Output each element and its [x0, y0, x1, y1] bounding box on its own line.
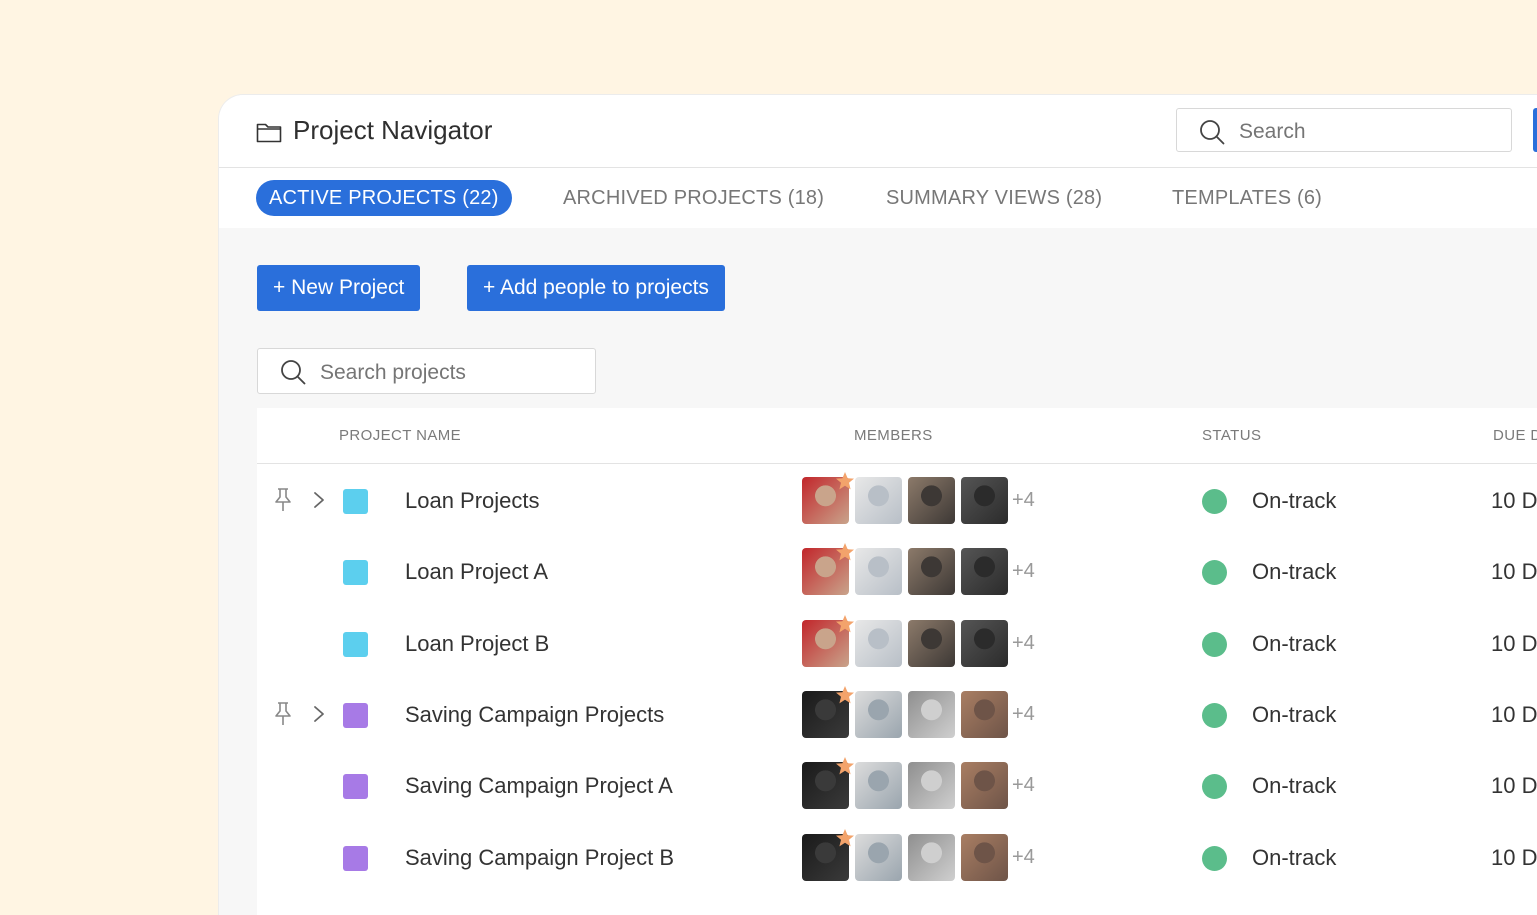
- project-color-swatch: [343, 845, 368, 871]
- tab-bar: ACTIVE PROJECTS (22) ARCHIVED PROJECTS (…: [219, 168, 1537, 228]
- table-row[interactable]: Saving Campaign Project A +4 On-track 10 D: [257, 750, 1537, 821]
- new-project-button[interactable]: + New Project: [257, 265, 421, 311]
- status-label[interactable]: On-track: [1252, 845, 1336, 871]
- due-date: 10 D: [1491, 844, 1537, 870]
- column-header-members[interactable]: MEMBERS: [854, 427, 933, 444]
- table-row[interactable]: Saving Campaign Projects +4 On-track 10 D: [257, 679, 1537, 750]
- table-row[interactable]: Loan Project A +4 On-track 10 D: [257, 536, 1537, 607]
- members-more-count[interactable]: +4: [1012, 560, 1035, 583]
- project-name[interactable]: Saving Campaign Project B: [405, 845, 674, 871]
- due-date: 10 D: [1491, 701, 1537, 727]
- page-title: Project Navigator: [293, 115, 493, 145]
- star-icon: [836, 543, 854, 561]
- avatar[interactable]: [961, 619, 1008, 667]
- project-search[interactable]: [257, 348, 596, 394]
- table-row[interactable]: Loan Project B +4 On-track 10 D: [257, 608, 1537, 679]
- members-more-count[interactable]: +4: [1012, 774, 1035, 797]
- avatar[interactable]: [961, 548, 1008, 596]
- status-indicator: [1202, 631, 1227, 657]
- avatar[interactable]: [908, 833, 955, 881]
- project-name[interactable]: Loan Project A: [405, 559, 548, 585]
- table-row[interactable]: Loan Projects +4 On-track 10 D: [257, 465, 1537, 536]
- status-label[interactable]: On-track: [1252, 488, 1336, 514]
- add-people-button[interactable]: + Add people to projects: [467, 265, 725, 311]
- tab-archived-projects[interactable]: ARCHIVED PROJECTS (18): [563, 180, 824, 216]
- global-search[interactable]: [1176, 108, 1512, 152]
- due-date: 10 D: [1491, 559, 1537, 585]
- avatar[interactable]: [908, 690, 955, 738]
- due-date: 10 D: [1491, 630, 1537, 656]
- status-indicator: [1202, 560, 1227, 586]
- project-navigator-window: Project Navigator ACTIVE PROJECTS (22) A…: [219, 95, 1537, 915]
- star-icon: [836, 614, 854, 632]
- tab-active-projects[interactable]: ACTIVE PROJECTS (22): [256, 180, 512, 216]
- project-color-swatch: [343, 560, 368, 586]
- avatar[interactable]: [855, 619, 902, 667]
- project-color-swatch: [343, 489, 368, 514]
- project-name[interactable]: Loan Project B: [405, 631, 549, 657]
- status-indicator: [1202, 489, 1227, 514]
- projects-table: PROJECT NAME MEMBERS STATUS DUE D Loan P…: [257, 408, 1537, 915]
- project-name[interactable]: Loan Projects: [405, 488, 540, 514]
- status-label[interactable]: On-track: [1252, 773, 1336, 799]
- avatar[interactable]: [961, 477, 1008, 524]
- search-icon: [1200, 120, 1225, 145]
- avatar[interactable]: [908, 548, 955, 596]
- global-search-input[interactable]: [1237, 117, 1491, 147]
- due-date: 10 D: [1491, 488, 1537, 513]
- status-label[interactable]: On-track: [1252, 702, 1336, 728]
- star-icon: [836, 472, 854, 490]
- avatar[interactable]: [908, 619, 955, 667]
- project-name[interactable]: Saving Campaign Project A: [405, 773, 673, 799]
- project-color-swatch: [343, 774, 368, 800]
- tab-templates[interactable]: TEMPLATES (6): [1172, 180, 1322, 216]
- search-icon: [281, 360, 306, 385]
- due-date: 10 D: [1491, 773, 1537, 799]
- status-label[interactable]: On-track: [1252, 559, 1336, 585]
- avatar[interactable]: [855, 548, 902, 596]
- pin-icon[interactable]: [272, 701, 294, 727]
- project-color-swatch: [343, 631, 368, 657]
- top-bar: Project Navigator: [219, 95, 1537, 168]
- avatar[interactable]: [961, 762, 1008, 810]
- avatar[interactable]: [855, 690, 902, 738]
- star-icon: [836, 685, 854, 704]
- table-row[interactable]: Saving Campaign Project B +4 On-track 10 D: [257, 822, 1537, 893]
- status-label[interactable]: On-track: [1252, 631, 1336, 657]
- project-color-swatch: [343, 702, 368, 728]
- avatar[interactable]: [961, 833, 1008, 881]
- star-icon: [836, 828, 854, 846]
- tab-summary-views[interactable]: SUMMARY VIEWS (28): [886, 180, 1102, 216]
- status-indicator: [1202, 845, 1227, 871]
- status-indicator: [1202, 702, 1227, 728]
- members-more-count[interactable]: +4: [1012, 703, 1035, 726]
- avatar[interactable]: [908, 762, 955, 810]
- members-more-count[interactable]: +4: [1012, 846, 1035, 869]
- project-name[interactable]: Saving Campaign Projects: [405, 702, 664, 728]
- avatar[interactable]: [855, 833, 902, 881]
- header-action-button[interactable]: [1533, 108, 1537, 152]
- chevron-right-icon[interactable]: [312, 490, 326, 510]
- table-header: PROJECT NAME MEMBERS STATUS DUE D: [257, 408, 1537, 464]
- folder-icon: [256, 123, 282, 143]
- column-header-due[interactable]: DUE D: [1493, 427, 1537, 444]
- column-header-project-name[interactable]: PROJECT NAME: [339, 427, 461, 444]
- project-search-input[interactable]: [318, 358, 582, 388]
- star-icon: [836, 757, 854, 775]
- avatar[interactable]: [855, 477, 902, 524]
- column-header-status[interactable]: STATUS: [1202, 427, 1261, 444]
- avatar[interactable]: [908, 477, 955, 524]
- members-more-count[interactable]: +4: [1012, 632, 1035, 655]
- members-more-count[interactable]: +4: [1012, 489, 1035, 512]
- pin-icon[interactable]: [272, 487, 294, 513]
- status-indicator: [1202, 774, 1227, 800]
- chevron-right-icon[interactable]: [312, 704, 326, 724]
- avatar[interactable]: [855, 762, 902, 810]
- avatar[interactable]: [961, 690, 1008, 738]
